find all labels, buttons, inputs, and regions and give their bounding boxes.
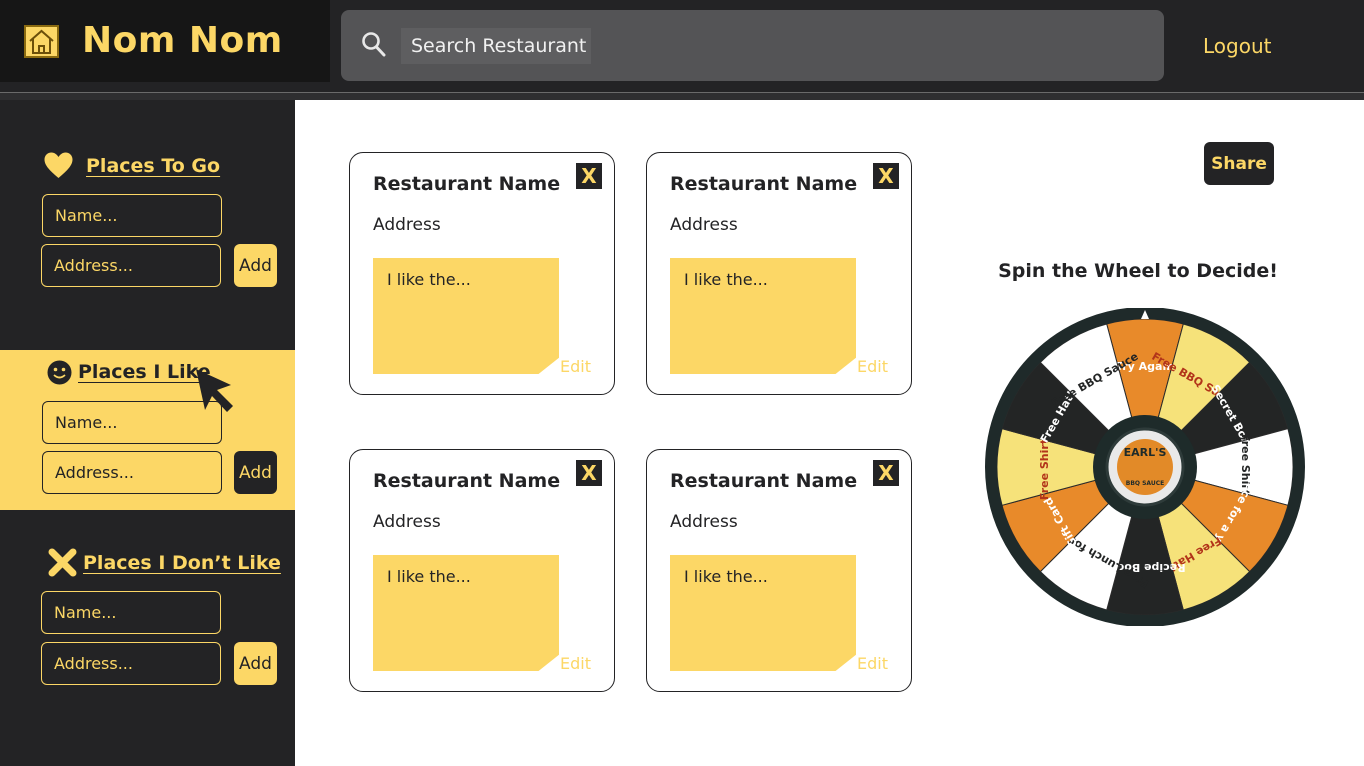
search-input[interactable] — [401, 28, 591, 64]
home-icon[interactable] — [24, 25, 59, 58]
wheel-logo-subtext: BBQ SAUCE — [1126, 480, 1165, 487]
logout-link[interactable]: Logout — [1203, 34, 1271, 58]
edit-link[interactable]: Edit — [560, 357, 591, 376]
address-field[interactable] — [42, 451, 222, 494]
edit-link[interactable]: Edit — [560, 654, 591, 673]
wheel-logo-text: EARL'S — [1124, 446, 1167, 459]
restaurant-name: Restaurant Name — [373, 173, 561, 195]
section-title: Places I Don’t Like — [83, 552, 281, 574]
address-field[interactable] — [41, 642, 221, 685]
sidebar: Places To Go Add Places I Like Add Place… — [0, 100, 295, 766]
edit-link[interactable]: Edit — [857, 654, 888, 673]
sticky-note: I like the... — [670, 258, 856, 374]
restaurant-card: Restaurant Name Address X I like the... … — [646, 449, 912, 692]
app-title[interactable]: Nom Nom — [82, 20, 283, 61]
add-button[interactable]: Add — [234, 451, 277, 494]
restaurant-address: Address — [373, 215, 441, 235]
restaurant-name: Restaurant Name — [670, 470, 858, 492]
note-text: I like the... — [684, 270, 768, 289]
restaurant-address: Address — [670, 215, 738, 235]
add-button[interactable]: Add — [234, 642, 277, 685]
section-places-to-go: Places To Go Add — [0, 145, 295, 305]
restaurant-name: Restaurant Name — [373, 470, 561, 492]
search-bar[interactable] — [341, 10, 1164, 81]
smiley-icon — [47, 360, 72, 385]
sticky-note: I like the... — [373, 258, 559, 374]
restaurant-card: Restaurant Name Address X I like the... … — [646, 152, 912, 395]
restaurant-name: Restaurant Name — [670, 173, 858, 195]
restaurant-address: Address — [670, 512, 738, 532]
x-icon — [48, 548, 77, 577]
wheel-title: Spin the Wheel to Decide! — [998, 260, 1278, 282]
top-bar: Nom Nom Logout — [0, 0, 1364, 92]
sticky-note: I like the... — [373, 555, 559, 671]
name-field[interactable] — [42, 194, 222, 237]
remove-card-button[interactable]: X — [873, 163, 899, 189]
heart-icon — [44, 152, 73, 178]
restaurant-card: Restaurant Name Address X I like the... … — [349, 152, 615, 395]
share-button[interactable]: Share — [1204, 142, 1274, 185]
add-button[interactable]: Add — [234, 244, 277, 287]
section-title: Places To Go — [86, 155, 221, 177]
note-text: I like the... — [387, 270, 471, 289]
remove-card-button[interactable]: X — [576, 460, 602, 486]
name-field[interactable] — [41, 591, 221, 634]
section-title: Places I Like — [78, 361, 211, 383]
note-text: I like the... — [387, 567, 471, 586]
note-text: I like the... — [684, 567, 768, 586]
brand-block: Nom Nom — [0, 0, 330, 82]
remove-card-button[interactable]: X — [576, 163, 602, 189]
sticky-note: I like the... — [670, 555, 856, 671]
edit-link[interactable]: Edit — [857, 357, 888, 376]
address-field[interactable] — [41, 244, 221, 287]
mouse-cursor-icon — [196, 369, 233, 412]
header-divider — [0, 92, 1364, 100]
remove-card-button[interactable]: X — [873, 460, 899, 486]
section-places-i-like: Places I Like Add — [0, 350, 295, 510]
restaurant-address: Address — [373, 512, 441, 532]
search-icon[interactable] — [361, 30, 387, 60]
prize-wheel[interactable]: Try AgainFree BBQ SauceSecret Box!Free S… — [983, 308, 1307, 626]
restaurant-card: Restaurant Name Address X I like the... … — [349, 449, 615, 692]
section-places-i-dont-like: Places I Don’t Like Add — [0, 535, 295, 695]
